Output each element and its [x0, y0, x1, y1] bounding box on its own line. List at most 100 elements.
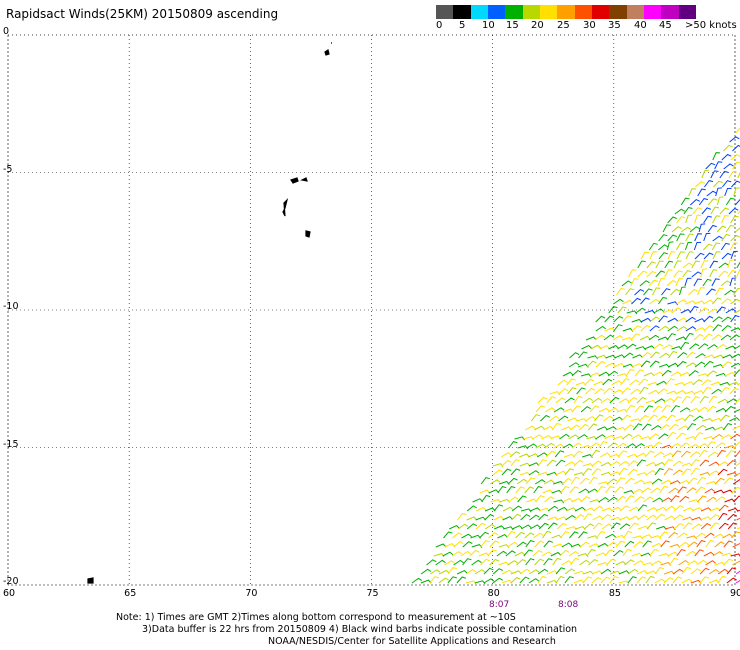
- wind-barb: [684, 414, 694, 422]
- wind-barb: [555, 397, 566, 404]
- wind-barb: [703, 232, 711, 242]
- wind-barb: [646, 507, 658, 512]
- wind-barb: [649, 316, 660, 323]
- wind-barb: [721, 233, 731, 242]
- wind-barb: [625, 288, 635, 296]
- wind-barb: [577, 434, 588, 440]
- wind-barb: [588, 543, 600, 548]
- wind-barb: [453, 541, 464, 548]
- wind-barb: [650, 535, 661, 540]
- wind-barb: [529, 524, 541, 530]
- wind-barb: [523, 549, 533, 557]
- wind-barb: [510, 576, 521, 584]
- wind-barb: [499, 480, 510, 485]
- wind-barb: [591, 577, 602, 584]
- wind-barb: [733, 287, 740, 296]
- wind-barb: [567, 387, 577, 395]
- wind-barb: [657, 415, 668, 422]
- wind-barb: [674, 208, 685, 215]
- wind-barb: [660, 479, 672, 485]
- wind-barb: [558, 388, 569, 395]
- wind-barb: [646, 270, 657, 278]
- wind-barb: [662, 452, 674, 458]
- wind-barb: [603, 334, 615, 341]
- wind-barb: [716, 225, 727, 233]
- wind-barb: [528, 578, 540, 584]
- wind-barb: [523, 436, 534, 441]
- wind-barb: [592, 515, 604, 521]
- wind-barb: [632, 535, 643, 540]
- wind-barb: [699, 396, 709, 404]
- wind-barb: [549, 415, 560, 422]
- wind-barb: [634, 369, 645, 377]
- wind-barb: [641, 534, 652, 539]
- wind-barb: [705, 162, 716, 170]
- wind-barb: [562, 371, 574, 377]
- wind-barb: [652, 287, 661, 296]
- wind-barb: [552, 557, 562, 566]
- wind-barb: [490, 498, 502, 503]
- wind-barb: [502, 506, 514, 512]
- wind-barb: [712, 297, 722, 305]
- map-frame: [7, 34, 736, 586]
- wind-barb: [670, 495, 680, 503]
- wind-barb: [732, 161, 740, 170]
- wind-barb: [656, 525, 667, 530]
- wind-barb: [718, 504, 729, 512]
- wind-barb: [686, 535, 697, 540]
- wind-barb: [704, 532, 715, 539]
- wind-barb: [442, 551, 454, 557]
- wind-barb: [582, 454, 593, 459]
- lon-tick-label: 65: [124, 588, 137, 599]
- wind-barb: [734, 227, 740, 233]
- wind-barb: [661, 444, 673, 449]
- wind-barb: [694, 327, 706, 332]
- wind-barb: [676, 325, 688, 332]
- wind-barb: [708, 470, 720, 476]
- wind-barb: [551, 534, 562, 539]
- wind-barb: [545, 450, 556, 458]
- wind-barb: [601, 514, 612, 521]
- wind-barb: [453, 559, 464, 566]
- wind-barb: [634, 405, 645, 413]
- wind-barb: [702, 278, 712, 287]
- wind-barb: [619, 523, 631, 530]
- wind-barb: [621, 414, 631, 422]
- wind-barb: [544, 496, 555, 503]
- wind-barb: [714, 477, 725, 485]
- wind-barb: [598, 481, 609, 486]
- wind-barb: [462, 558, 472, 566]
- wind-barb: [703, 315, 714, 323]
- wind-barb: [682, 516, 694, 521]
- wind-barb: [698, 198, 709, 206]
- wind-barb: [691, 260, 700, 269]
- wind-barb: [639, 414, 650, 422]
- note-line-2: 3)Data buffer is 22 hrs from 20150809 4)…: [142, 624, 578, 635]
- wind-barb: [684, 277, 692, 287]
- wind-barb: [681, 468, 692, 476]
- wind-barb: [691, 523, 703, 530]
- wind-barb: [625, 443, 637, 449]
- wind-barb: [726, 567, 737, 575]
- wind-barb: [575, 381, 587, 386]
- wind-barb: [680, 450, 691, 458]
- wind-barb: [679, 371, 691, 377]
- wind-barb: [658, 325, 669, 332]
- wind-barb: [466, 523, 478, 530]
- wind-barb: [587, 535, 598, 540]
- wind-barb: [589, 372, 601, 377]
- wind-barb: [570, 543, 582, 548]
- wind-barb: [690, 568, 702, 575]
- wind-barb: [681, 578, 693, 584]
- wind-barb: [633, 479, 645, 485]
- wind-barb: [561, 542, 573, 548]
- wind-barb: [663, 570, 675, 575]
- wind-barb: [570, 476, 580, 485]
- wind-barb: [586, 436, 597, 441]
- wind-barb: [553, 499, 565, 504]
- wind-barb: [609, 396, 620, 404]
- wind-barb: [531, 414, 541, 422]
- wind-barb: [702, 333, 713, 341]
- wind-barb: [695, 486, 705, 494]
- wind-barb: [564, 461, 576, 467]
